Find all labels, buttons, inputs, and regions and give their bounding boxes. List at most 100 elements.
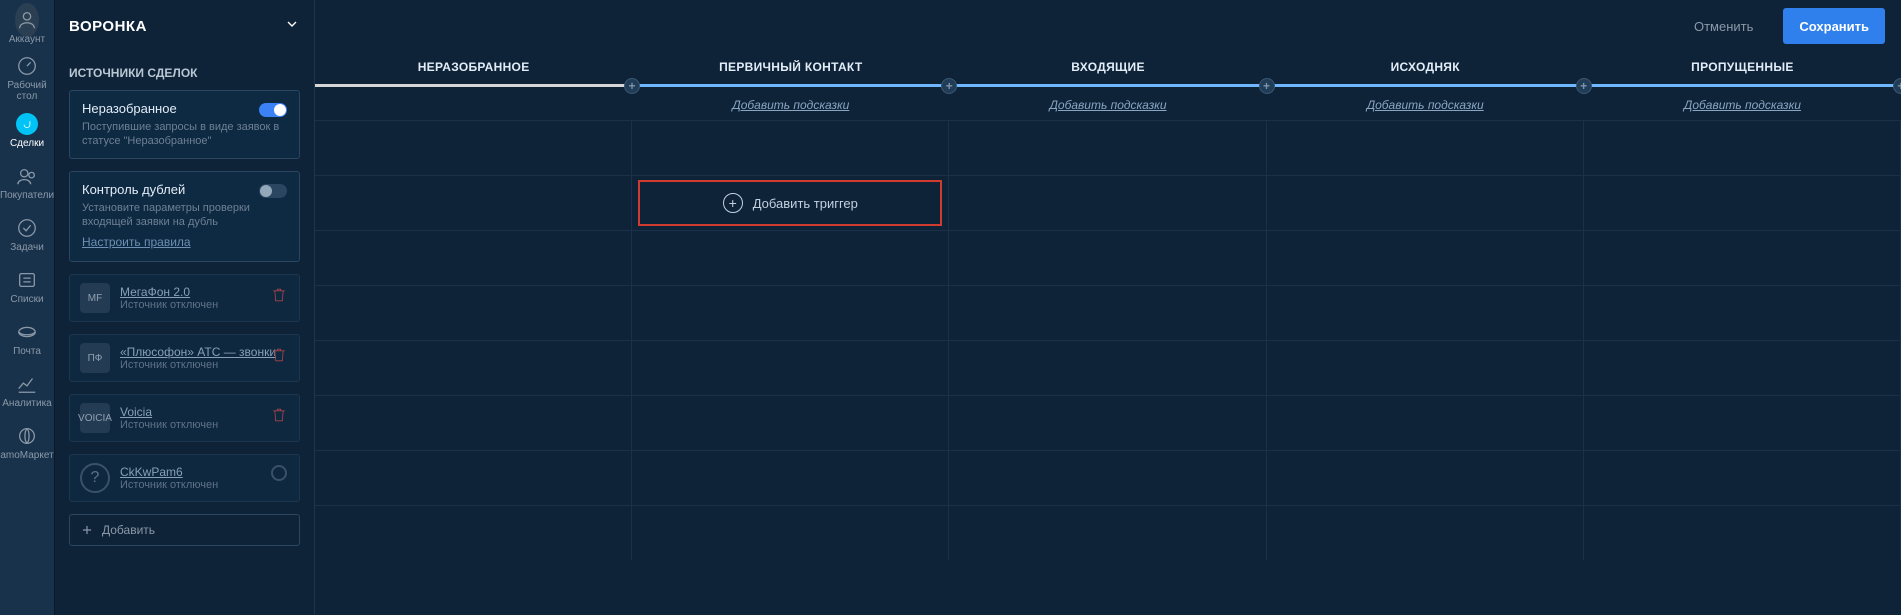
stage-header[interactable]: ИСХОДНЯК+ (1267, 52, 1584, 82)
nav-label: Покупатели (0, 190, 54, 201)
pipeline-cell[interactable] (315, 450, 632, 505)
add-source-button[interactable]: Добавить (69, 514, 300, 546)
pipeline-cell[interactable] (949, 120, 1266, 175)
pipeline-cell[interactable] (1584, 285, 1901, 340)
source-name[interactable]: CkKwPam6 (120, 465, 218, 479)
source-name[interactable]: Voicia (120, 405, 218, 419)
nav-deals[interactable]: Сделки (0, 104, 54, 156)
pipeline-cell[interactable] (315, 285, 632, 340)
pipeline-cell[interactable] (1267, 120, 1584, 175)
pipeline-cell[interactable] (949, 395, 1266, 450)
pipeline-cell[interactable] (1267, 505, 1584, 560)
nav-rail: АккаунтРабочийстолСделки Покупатели Задачи… (0, 0, 55, 615)
nav-tasks[interactable]: Задачи (0, 208, 54, 260)
source-status: Источник отключен (120, 359, 276, 371)
pipeline-cell[interactable] (315, 395, 632, 450)
pipeline-cell[interactable] (1584, 395, 1901, 450)
nav-analytics[interactable]: Аналитика (0, 364, 54, 416)
source-status: Источник отключен (120, 299, 218, 311)
source-name[interactable]: МегаФон 2.0 (120, 285, 218, 299)
pipeline-cell[interactable] (949, 340, 1266, 395)
pipeline-cell[interactable] (632, 285, 949, 340)
hint-cell: Добавить подсказки (1267, 90, 1584, 120)
pipeline-cell[interactable] (1267, 285, 1584, 340)
pipeline-cell[interactable] (1584, 120, 1901, 175)
nav-lists[interactable]: Списки (0, 260, 54, 312)
pipeline-cell[interactable] (315, 120, 632, 175)
stage-header[interactable]: ВХОДЯЩИЕ+ (949, 52, 1266, 82)
side-panel: ВОРОНКА ИСТОЧНИКИ СДЕЛОК Неразобранное П… (55, 0, 315, 615)
stage-label: ИСХОДНЯК (1391, 60, 1460, 74)
dupes-toggle[interactable] (259, 184, 287, 198)
add-hints-link[interactable]: Добавить подсказки (1049, 98, 1166, 112)
pipeline-cell[interactable] (1584, 175, 1901, 230)
pipeline-cell[interactable] (632, 450, 949, 505)
nav-lists-icon (15, 268, 39, 292)
nav-mail[interactable]: Почта (0, 312, 54, 364)
delete-source-button[interactable] (269, 285, 291, 307)
pipeline-grid: +Добавить триггер (315, 120, 1901, 560)
pipeline-cell[interactable] (1267, 230, 1584, 285)
pipeline-cell[interactable]: +Добавить триггер (632, 175, 949, 230)
nav-deals-icon (15, 112, 39, 136)
nav-buyers[interactable]: Покупатели (0, 156, 54, 208)
pipeline-cell[interactable] (1267, 340, 1584, 395)
hint-cell: Добавить подсказки (949, 90, 1266, 120)
stage-header[interactable]: ПЕРВИЧНЫЙ КОНТАКТ+ (632, 52, 949, 82)
pipeline-cell[interactable] (315, 175, 632, 230)
dupes-settings-link[interactable]: Настроить правила (82, 235, 191, 249)
save-button[interactable]: Сохранить (1783, 8, 1885, 44)
source-row[interactable]: MFМегаФон 2.0Источник отключен (69, 274, 300, 322)
pipeline-cell[interactable] (1584, 340, 1901, 395)
pipeline-cell[interactable] (1584, 450, 1901, 505)
hint-cell: Добавить подсказки (1584, 90, 1901, 120)
source-row[interactable]: VOICIAVoiciaИсточник отключен (69, 394, 300, 442)
stage-label: ПРОПУЩЕННЫЕ (1691, 60, 1794, 74)
source-row[interactable]: ПФ«Плюсофон» АТС — звонкиИсточник отключ… (69, 334, 300, 382)
add-hints-link[interactable]: Добавить подсказки (1367, 98, 1484, 112)
pipeline-cell[interactable] (949, 230, 1266, 285)
nav-market[interactable]: amoМаркет (0, 416, 54, 468)
stage-header[interactable]: ПРОПУЩЕННЫЕ++ (1584, 52, 1901, 82)
source-name[interactable]: «Плюсофон» АТС — звонки (120, 345, 276, 359)
add-hints-link[interactable]: Добавить подсказки (732, 98, 849, 112)
nav-label: Задачи (10, 242, 44, 253)
nav-label: Списки (10, 294, 43, 305)
pipeline-cell[interactable] (632, 120, 949, 175)
unsorted-desc: Поступившие запросы в виде заявок в стат… (82, 120, 287, 148)
delete-source-button[interactable] (269, 345, 291, 367)
pipeline-cell[interactable] (949, 175, 1266, 230)
pipeline-cell[interactable] (949, 505, 1266, 560)
pipeline-cell[interactable] (1267, 175, 1584, 230)
add-source-label: Добавить (102, 523, 155, 537)
nav-analytics-icon (15, 372, 39, 396)
pipeline-cell[interactable] (632, 505, 949, 560)
pipeline-cell[interactable] (315, 505, 632, 560)
add-stage-button[interactable]: + (1576, 78, 1592, 94)
add-hints-link[interactable]: Добавить подсказки (1684, 98, 1801, 112)
pipeline-cell[interactable] (1584, 230, 1901, 285)
unsorted-toggle[interactable] (259, 103, 287, 117)
pipeline-cell[interactable] (632, 230, 949, 285)
pipeline-cell[interactable] (949, 285, 1266, 340)
pipeline-selector[interactable]: ВОРОНКА (69, 0, 300, 52)
pipeline-cell[interactable] (315, 230, 632, 285)
pipeline-cell[interactable] (632, 340, 949, 395)
chevron-down-icon (284, 16, 300, 36)
pipeline-cell[interactable] (949, 450, 1266, 505)
add-stage-button[interactable]: + (1259, 78, 1275, 94)
cancel-button[interactable]: Отменить (1678, 8, 1769, 44)
source-row[interactable]: ?CkKwPam6Источник отключен (69, 454, 300, 502)
add-trigger-button[interactable]: +Добавить триггер (638, 180, 942, 226)
pipeline-cell[interactable] (1584, 505, 1901, 560)
nav-buyers-icon (15, 164, 39, 188)
pipeline-cell[interactable] (632, 395, 949, 450)
stage-header[interactable]: НЕРАЗОБРАННОЕ (315, 52, 632, 82)
source-radio[interactable] (271, 465, 287, 481)
nav-account[interactable]: Аккаунт (0, 0, 54, 52)
pipeline-cell[interactable] (315, 340, 632, 395)
delete-source-button[interactable] (269, 405, 291, 427)
pipeline-cell[interactable] (1267, 395, 1584, 450)
nav-dashboard[interactable]: Рабочийстол (0, 52, 54, 104)
pipeline-cell[interactable] (1267, 450, 1584, 505)
